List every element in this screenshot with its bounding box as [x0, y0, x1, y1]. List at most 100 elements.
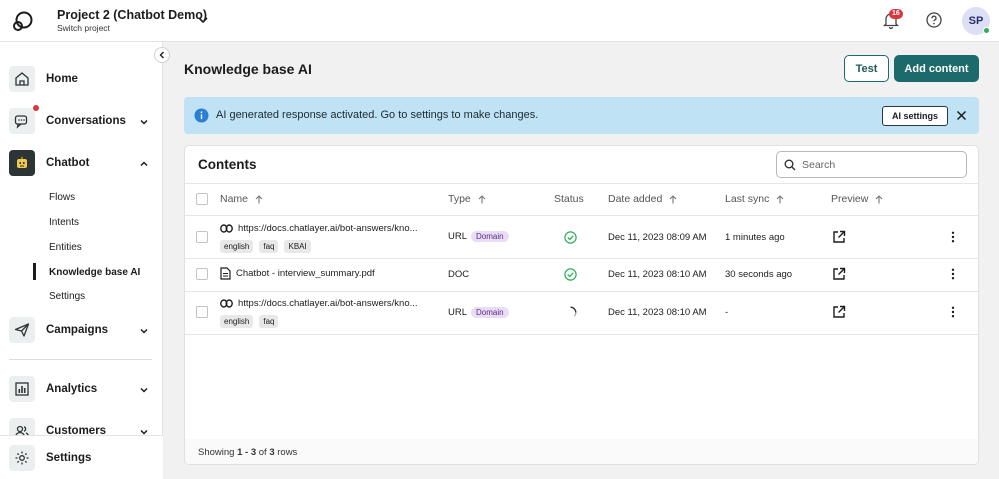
- active-item-marker: [33, 263, 36, 280]
- sidebar-item-conversations[interactable]: Conversations: [9, 105, 155, 134]
- more-vertical-icon[interactable]: [950, 268, 956, 280]
- contents-card: Contents Name Type Status Date added Las…: [184, 145, 979, 465]
- select-all-checkbox[interactable]: [196, 193, 208, 205]
- more-vertical-icon[interactable]: [950, 231, 956, 243]
- page-title: Knowledge base AI: [184, 61, 312, 77]
- sidebar-item-label: Conversations: [46, 115, 126, 127]
- type-text: URL: [448, 231, 468, 242]
- sidebar-item-chatbot[interactable]: Chatbot: [9, 150, 155, 176]
- column-header-date-added[interactable]: Date added: [608, 193, 677, 205]
- sidebar-settings-bar: Settings: [0, 435, 163, 479]
- row-name-text: Chatbot - interview_summary.pdf: [236, 268, 375, 279]
- chevron-down-icon[interactable]: [139, 117, 149, 127]
- ai-settings-button[interactable]: AI settings: [882, 106, 948, 126]
- divider: [185, 183, 978, 184]
- project-name: Project 2 (Chatbot Demo): [57, 8, 208, 22]
- row-date-added: Dec 11, 2023 08:10 AM: [608, 307, 707, 318]
- external-link-icon[interactable]: [832, 230, 846, 244]
- type-pill: Domain: [471, 307, 509, 318]
- sidebar-subitem-knowledge-base-ai[interactable]: Knowledge base AI: [49, 267, 140, 278]
- sidebar-item-settings[interactable]: Settings: [9, 445, 155, 471]
- column-label: Last sync: [725, 193, 770, 205]
- chevron-up-icon[interactable]: [139, 159, 149, 169]
- type-pill: Domain: [471, 231, 509, 242]
- robot-icon: [9, 150, 35, 176]
- row-last-sync: 30 seconds ago: [725, 269, 793, 280]
- bar-chart-icon: [9, 376, 35, 402]
- row-name[interactable]: https://docs.chatlayer.ai/bot-answers/kn…: [220, 223, 418, 234]
- sidebar-subitem-flows[interactable]: Flows: [49, 192, 75, 203]
- row-tags: english faq KBAI: [220, 240, 317, 253]
- test-button[interactable]: Test: [844, 55, 889, 82]
- row-name[interactable]: https://docs.chatlayer.ai/bot-answers/kn…: [220, 298, 418, 309]
- external-link-icon[interactable]: [832, 305, 846, 319]
- divider: [185, 291, 978, 292]
- help-icon[interactable]: [926, 12, 942, 28]
- close-icon[interactable]: [956, 110, 967, 121]
- type-text: URL: [448, 307, 468, 318]
- alert-message: AI generated response activated. Go to s…: [216, 109, 539, 121]
- sidebar-item-label: Analytics: [46, 383, 98, 395]
- row-checkbox[interactable]: [196, 306, 208, 318]
- search-input[interactable]: [802, 157, 952, 173]
- tag: english: [220, 240, 254, 253]
- chevron-left-icon: [159, 51, 164, 59]
- row-tags: english faq: [220, 315, 284, 328]
- pagination-summary: Showing 1 - 3 of 3 rows: [198, 447, 297, 458]
- sidebar-item-analytics[interactable]: Analytics: [9, 376, 155, 402]
- search-icon: [784, 159, 796, 171]
- collapse-sidebar-button[interactable]: [154, 47, 170, 63]
- sort-arrow-icon: [776, 194, 784, 203]
- column-header-preview[interactable]: Preview: [831, 193, 883, 205]
- row-checkbox[interactable]: [196, 231, 208, 243]
- sidebar-item-campaigns[interactable]: Campaigns: [9, 317, 155, 343]
- check-circle-icon: [564, 268, 577, 281]
- contents-title: Contents: [198, 157, 257, 172]
- search-field[interactable]: [776, 151, 967, 178]
- column-header-type[interactable]: Type: [448, 193, 486, 205]
- sidebar-subitem-settings[interactable]: Settings: [49, 291, 85, 302]
- sidebar-divider: [9, 359, 152, 360]
- column-header-name[interactable]: Name: [220, 193, 263, 205]
- chat-bubbles-icon: [9, 105, 39, 134]
- sidebar-item-label: Chatbot: [46, 157, 90, 169]
- chevron-down-icon[interactable]: [139, 385, 149, 395]
- paper-plane-icon: [9, 317, 35, 343]
- row-name-text: https://docs.chatlayer.ai/bot-answers/kn…: [238, 298, 418, 309]
- sidebar-item-label: Settings: [46, 452, 92, 464]
- footer-prefix: Showing: [198, 447, 238, 458]
- tag: KBAI: [284, 240, 311, 253]
- project-switcher[interactable]: Project 2 (Chatbot Demo) Switch project: [57, 8, 207, 33]
- more-vertical-icon[interactable]: [950, 306, 956, 318]
- sidebar-subitem-intents[interactable]: Intents: [49, 217, 79, 228]
- sidebar-subitem-entities[interactable]: Entities: [49, 242, 82, 253]
- add-content-button[interactable]: Add content: [894, 55, 979, 82]
- unread-dot: [33, 105, 39, 111]
- divider: [185, 215, 978, 216]
- row-name[interactable]: Chatbot - interview_summary.pdf: [220, 267, 375, 280]
- tag: faq: [259, 315, 279, 328]
- divider: [185, 258, 978, 259]
- sidebar-item-label: Campaigns: [46, 324, 108, 336]
- column-label: Type: [448, 193, 471, 205]
- project-subtitle: Switch project: [57, 23, 110, 33]
- row-checkbox[interactable]: [196, 268, 208, 280]
- column-label: Status: [554, 193, 584, 205]
- external-link-icon[interactable]: [832, 267, 846, 281]
- row-last-sync: 1 minutes ago: [725, 232, 785, 243]
- chatlayer-logo-icon[interactable]: [12, 10, 34, 32]
- type-text: DOC: [448, 269, 470, 280]
- gear-icon: [9, 445, 35, 471]
- row-date-added: Dec 11, 2023 08:10 AM: [608, 269, 707, 280]
- chevron-down-icon[interactable]: [139, 326, 149, 336]
- column-header-last-sync[interactable]: Last sync: [725, 193, 784, 205]
- info-icon: [194, 108, 209, 123]
- sort-arrow-icon: [478, 194, 486, 203]
- divider: [185, 334, 978, 335]
- chevron-down-icon[interactable]: [197, 14, 209, 26]
- sidebar-item-home[interactable]: Home: [9, 66, 155, 92]
- row-type: URL Domain: [448, 307, 509, 318]
- link-icon: [220, 224, 233, 233]
- link-icon: [220, 299, 233, 308]
- row-type: URL Domain: [448, 231, 509, 242]
